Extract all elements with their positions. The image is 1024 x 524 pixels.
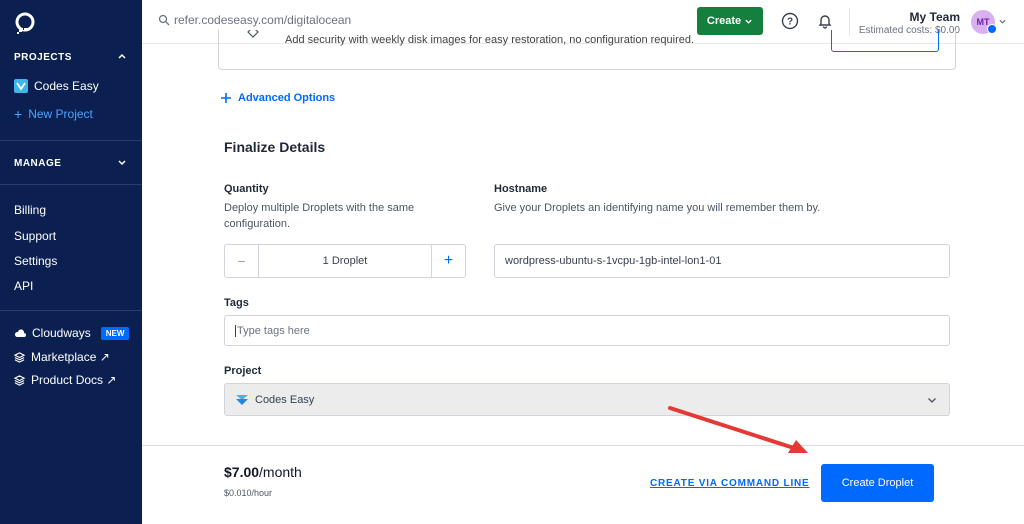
- enable-backups-button[interactable]: [831, 30, 939, 52]
- search-icon: [158, 14, 170, 26]
- tags-placeholder: Type tags here: [235, 324, 310, 337]
- marketplace-label: Marketplace ↗: [31, 350, 110, 364]
- hostname-label: Hostname: [494, 183, 548, 195]
- sidebar-item-marketplace[interactable]: Marketplace ↗: [14, 350, 110, 364]
- chevron-down-icon[interactable]: [116, 156, 128, 168]
- sidebar-divider: [0, 184, 142, 185]
- project-icon: [236, 394, 248, 405]
- projects-heading: PROJECTS: [14, 52, 72, 63]
- quantity-label: Quantity: [224, 183, 269, 195]
- chevron-up-icon[interactable]: [116, 50, 128, 62]
- svg-text:?: ?: [787, 17, 793, 28]
- chevron-down-icon: [928, 398, 936, 403]
- backup-icon: [247, 30, 259, 38]
- create-droplet-button[interactable]: Create Droplet: [821, 464, 934, 502]
- chevron-down-icon[interactable]: [998, 17, 1007, 26]
- marketplace-icon: [14, 351, 25, 363]
- tags-label: Tags: [224, 297, 249, 309]
- sidebar-item-billing[interactable]: Billing: [14, 203, 46, 217]
- sidebar-item-api[interactable]: API: [14, 279, 33, 293]
- sidebar-item-codes-easy[interactable]: Codes Easy: [14, 79, 99, 93]
- digitalocean-logo-icon[interactable]: [14, 12, 36, 34]
- backup-card: Add security with weekly disk images for…: [218, 30, 956, 70]
- finalize-heading: Finalize Details: [224, 139, 326, 155]
- cloud-icon: [14, 329, 26, 337]
- sidebar-item-cloudways[interactable]: Cloudways NEW: [14, 326, 130, 340]
- sidebar-item-product-docs[interactable]: Product Docs ↗: [14, 373, 116, 387]
- backup-description: Add security with weekly disk images for…: [285, 34, 695, 46]
- sidebar-item-label: Codes Easy: [34, 79, 99, 93]
- tags-input[interactable]: Type tags here: [224, 315, 950, 346]
- price-unit: /month: [259, 464, 302, 480]
- price-amount: $7.00: [224, 464, 260, 480]
- quantity-description-line-1: Deploy multiple Droplets with the same: [224, 202, 415, 214]
- plus-icon: [221, 93, 231, 103]
- advanced-options-link[interactable]: Advanced Options: [220, 92, 335, 104]
- new-badge: NEW: [100, 326, 130, 340]
- quantity-stepper: − 1 Droplet +: [224, 244, 466, 278]
- new-project-label: New Project: [28, 107, 93, 121]
- plus-icon: +: [14, 106, 23, 122]
- search-input[interactable]: refer.codeseasy.com/digitalocean: [174, 13, 351, 27]
- product-docs-label: Product Docs ↗: [31, 373, 117, 387]
- decrement-button[interactable]: −: [225, 245, 259, 277]
- sidebar: PROJECTS Codes Easy + New Project MANAGE…: [0, 0, 142, 524]
- hostname-description: Give your Droplets an identifying name y…: [494, 202, 821, 214]
- increment-button[interactable]: +: [431, 245, 465, 277]
- bell-icon[interactable]: [816, 12, 834, 30]
- create-via-command-line-link[interactable]: CREATE VIA COMMAND LINE: [650, 478, 810, 489]
- sidebar-divider: [0, 140, 142, 141]
- price-hourly: $0.010/hour: [224, 488, 273, 498]
- minus-icon: −: [237, 253, 246, 269]
- quantity-description-line-2: configuration.: [224, 218, 291, 230]
- price-monthly: $7.00/month: [224, 464, 302, 480]
- plus-icon: +: [443, 252, 454, 269]
- footer-bar: $7.00/month $0.010/hour CREATE VIA COMMA…: [142, 445, 1024, 524]
- project-icon: [14, 79, 28, 93]
- project-label: Project: [224, 365, 262, 377]
- sidebar-divider: [0, 310, 142, 311]
- manage-heading: MANAGE: [14, 158, 62, 169]
- docs-icon: [14, 374, 25, 386]
- help-icon[interactable]: ?: [781, 12, 799, 30]
- hostname-field[interactable]: wordpress-ubuntu-s-1vcpu-1gb-intel-lon1-…: [494, 244, 950, 278]
- chevron-down-icon: [745, 19, 752, 24]
- avatar-status-icon: [987, 24, 997, 34]
- quantity-value[interactable]: 1 Droplet: [259, 245, 431, 277]
- cloudways-label: Cloudways: [32, 326, 91, 340]
- project-select-value: Codes Easy: [255, 393, 315, 406]
- create-label: Create: [706, 15, 742, 27]
- new-project-link[interactable]: + New Project: [14, 106, 93, 122]
- team-name[interactable]: My Team: [910, 10, 960, 24]
- sidebar-item-settings[interactable]: Settings: [14, 254, 57, 268]
- sidebar-item-support[interactable]: Support: [14, 229, 56, 243]
- project-select[interactable]: Codes Easy: [224, 383, 950, 416]
- advanced-options-label: Advanced Options: [238, 92, 336, 104]
